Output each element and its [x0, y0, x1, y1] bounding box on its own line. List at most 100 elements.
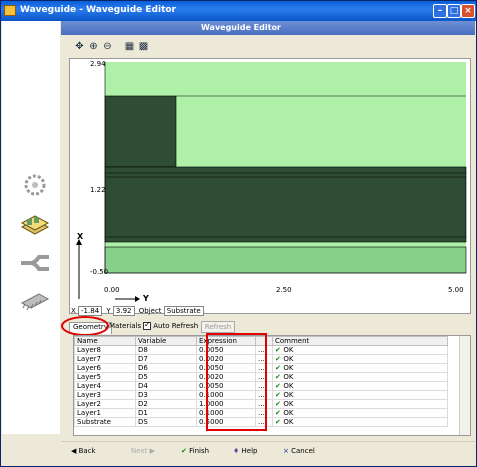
- comment-cell: ✔ OK: [272, 390, 448, 400]
- cancel-button[interactable]: × Cancel: [283, 447, 315, 455]
- help-button[interactable]: ♦ Help: [233, 447, 257, 455]
- y-tick-0: 2.94: [90, 60, 106, 68]
- status-text: OK: [283, 355, 294, 363]
- plot-canvas: [76, 62, 467, 302]
- object-value: Substrate: [163, 306, 204, 316]
- finish-label: Finish: [189, 447, 210, 455]
- status-text: OK: [283, 364, 294, 372]
- next-label: Next: [131, 447, 148, 455]
- comment-cell: ✔ OK: [272, 345, 448, 355]
- status-text: OK: [283, 400, 294, 408]
- geometry-highlight-ring: [61, 316, 109, 336]
- expression-highlight-box: [206, 333, 267, 431]
- status-text: OK: [283, 391, 294, 399]
- waveguide-layers-icon[interactable]: [19, 213, 51, 237]
- table-scrollbar[interactable]: [459, 336, 470, 435]
- x-axis-label: X: [77, 232, 84, 241]
- layer-name-cell[interactable]: Layer1: [74, 408, 136, 418]
- panel-title: Waveguide Editor: [201, 23, 281, 32]
- help-label: Help: [241, 447, 258, 455]
- header-variable[interactable]: Variable: [135, 336, 197, 346]
- y-tick-1: 1.22: [90, 186, 106, 194]
- wizard-sidebar: [2, 21, 60, 434]
- comment-cell: ✔ OK: [272, 354, 448, 364]
- window-title: Waveguide - Waveguide Editor: [20, 5, 176, 15]
- layer-name-cell[interactable]: Substrate: [74, 417, 136, 427]
- status-text: OK: [283, 346, 294, 354]
- finish-check-icon: ✔: [181, 447, 187, 455]
- ring-resonator-icon: [24, 174, 46, 196]
- status-text: OK: [283, 373, 294, 381]
- title-bar[interactable]: Waveguide - Waveguide Editor – □ ×: [1, 1, 476, 21]
- comment-cell: ✔ OK: [272, 372, 448, 382]
- refresh-button[interactable]: Refresh: [201, 321, 235, 333]
- select-icon[interactable]: ✥: [73, 40, 86, 53]
- auto-refresh-label: Auto Refresh: [153, 322, 199, 330]
- variable-cell[interactable]: D5: [135, 372, 197, 382]
- maximize-button[interactable]: □: [447, 4, 461, 18]
- next-button: Next ▶: [131, 447, 155, 455]
- cancel-x-icon: ×: [283, 447, 289, 455]
- y-axis-label: Y: [143, 294, 149, 303]
- x-tick-0: 0.00: [104, 286, 120, 294]
- header-comment[interactable]: Comment: [272, 336, 448, 346]
- variable-cell[interactable]: D4: [135, 381, 197, 391]
- y-arrow-head: [135, 296, 140, 302]
- close-button[interactable]: ×: [461, 4, 475, 18]
- variable-cell[interactable]: D2: [135, 399, 197, 409]
- x-tick-1: 2.50: [276, 286, 292, 294]
- variable-cell[interactable]: D1: [135, 408, 197, 418]
- comment-cell: ✔ OK: [272, 408, 448, 418]
- splitter-icon: [21, 255, 49, 271]
- layer-stack: [104, 166, 467, 243]
- finish-button[interactable]: ✔ Finish: [181, 447, 209, 455]
- layer-name-cell[interactable]: Layer8: [74, 345, 136, 355]
- variable-cell[interactable]: D6: [135, 363, 197, 373]
- header-name[interactable]: Name: [74, 336, 136, 346]
- zoom-out-icon[interactable]: ⊖: [101, 40, 114, 53]
- tab-materials[interactable]: Materials: [106, 322, 144, 333]
- zoom-in-icon[interactable]: ⊕: [87, 40, 100, 53]
- auto-refresh-checkbox[interactable]: [143, 320, 151, 330]
- variable-cell[interactable]: DS: [135, 417, 197, 427]
- substrate-region: [104, 246, 467, 274]
- wizard-footer: ◀ Back Next ▶ ✔ Finish ♦ Help × Cancel: [61, 441, 475, 464]
- x-tick-2: 5.00: [448, 286, 464, 294]
- chip-icon: [20, 293, 50, 311]
- layer-table[interactable]: Name Variable Expression Comment Layer8 D…: [73, 335, 471, 436]
- comment-cell: ✔ OK: [272, 363, 448, 373]
- layer-name-cell[interactable]: Layer7: [74, 354, 136, 364]
- layer-name-cell[interactable]: Layer5: [74, 372, 136, 382]
- status-text: OK: [283, 418, 294, 426]
- layer-name-cell[interactable]: Layer2: [74, 399, 136, 409]
- grid-icon[interactable]: ▩: [137, 40, 150, 53]
- panel-header: Waveguide Editor: [61, 21, 475, 35]
- auto-refresh-toggle[interactable]: Auto Refresh: [143, 320, 199, 330]
- variable-cell[interactable]: D3: [135, 390, 197, 400]
- fit-icon[interactable]: ▦: [123, 40, 136, 53]
- layer-name-cell[interactable]: Layer3: [74, 390, 136, 400]
- status-text: OK: [283, 382, 294, 390]
- help-book-icon: ♦: [233, 447, 240, 455]
- cursor-readout: X -1.84 Y 3.92 Object Substrate: [71, 306, 206, 316]
- y-coord-value: 3.92: [112, 306, 135, 316]
- comment-cell: ✔ OK: [272, 399, 448, 409]
- y-tick-2: -0.50: [90, 268, 109, 276]
- layer-name-cell[interactable]: Layer4: [74, 381, 136, 391]
- cross-section-plot[interactable]: 2.94 1.22 -0.50 0.00 2.50 5.00 Y X: [69, 58, 471, 314]
- minimize-button[interactable]: –: [433, 4, 447, 18]
- cancel-label: Cancel: [291, 447, 315, 455]
- editor-tabs: Geometry Materials Auto Refresh Refresh: [61, 320, 475, 334]
- waveguide-editor-window: Waveguide - Waveguide Editor – □ × Waveg…: [0, 0, 477, 467]
- variable-cell[interactable]: D7: [135, 354, 197, 364]
- comment-cell: ✔ OK: [272, 381, 448, 391]
- plot-toolbar: ✥ ⊕ ⊖ ▦ ▩: [73, 40, 155, 55]
- variable-cell[interactable]: D8: [135, 345, 197, 355]
- back-label: Back: [78, 447, 96, 455]
- back-button[interactable]: ◀ Back: [71, 447, 96, 455]
- app-icon: [4, 5, 16, 16]
- layer-name-cell[interactable]: Layer6: [74, 363, 136, 373]
- y-coord-label: Y: [106, 307, 111, 315]
- layer1-block: [104, 95, 177, 168]
- status-text: OK: [283, 409, 294, 417]
